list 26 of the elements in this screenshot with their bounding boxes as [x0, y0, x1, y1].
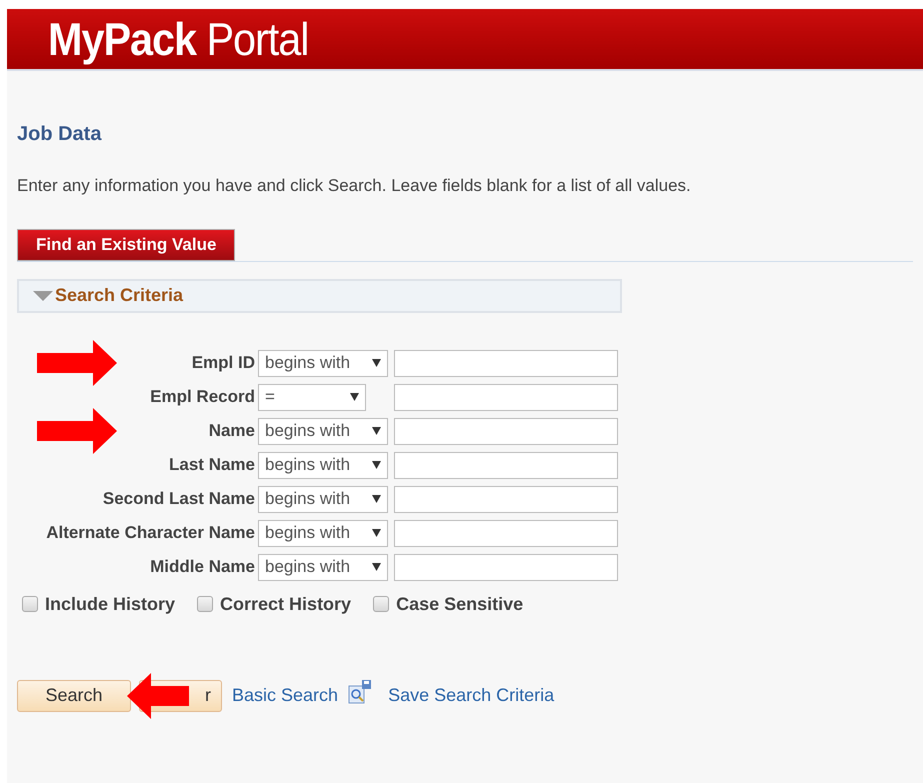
operator-select[interactable]: begins with [258, 452, 388, 478]
field-label: Empl Record [150, 386, 255, 408]
operator-select[interactable]: begins with [258, 350, 388, 376]
operator-select[interactable]: begins with [258, 520, 388, 546]
section-header[interactable]: Search Criteria [17, 278, 622, 312]
tab[interactable]: Find an Existing Value [17, 228, 236, 260]
field-label: Middle Name [150, 556, 255, 578]
operator-select[interactable]: begins with [258, 554, 388, 580]
checkbox-label: Include History [45, 592, 176, 616]
page-title: Job Data [17, 122, 102, 147]
field-label: Second Last Name [102, 488, 255, 510]
field-label: Last Name [169, 454, 255, 476]
instructions: Enter any information you have and click Search. Leave fields blank for a list of all values. [17, 175, 692, 197]
field-label: Alternate Character Name [46, 522, 255, 544]
portal-title: MyPack Portal [48, 16, 308, 62]
link[interactable]: Basic Search [232, 682, 338, 709]
link[interactable]: Save Search Criteria [388, 682, 554, 709]
action-button[interactable]: Search [17, 680, 131, 712]
field-label: Name [208, 420, 255, 442]
operator-select[interactable]: = [258, 384, 366, 410]
operator-select[interactable]: begins with [258, 486, 388, 512]
checkbox-label: Case Sensitive [396, 592, 524, 616]
field-label: Empl ID [192, 352, 255, 374]
checkbox-label: Correct History [220, 592, 352, 616]
section-title: Search Criteria [55, 284, 184, 307]
operator-select[interactable]: begins with [258, 418, 388, 444]
